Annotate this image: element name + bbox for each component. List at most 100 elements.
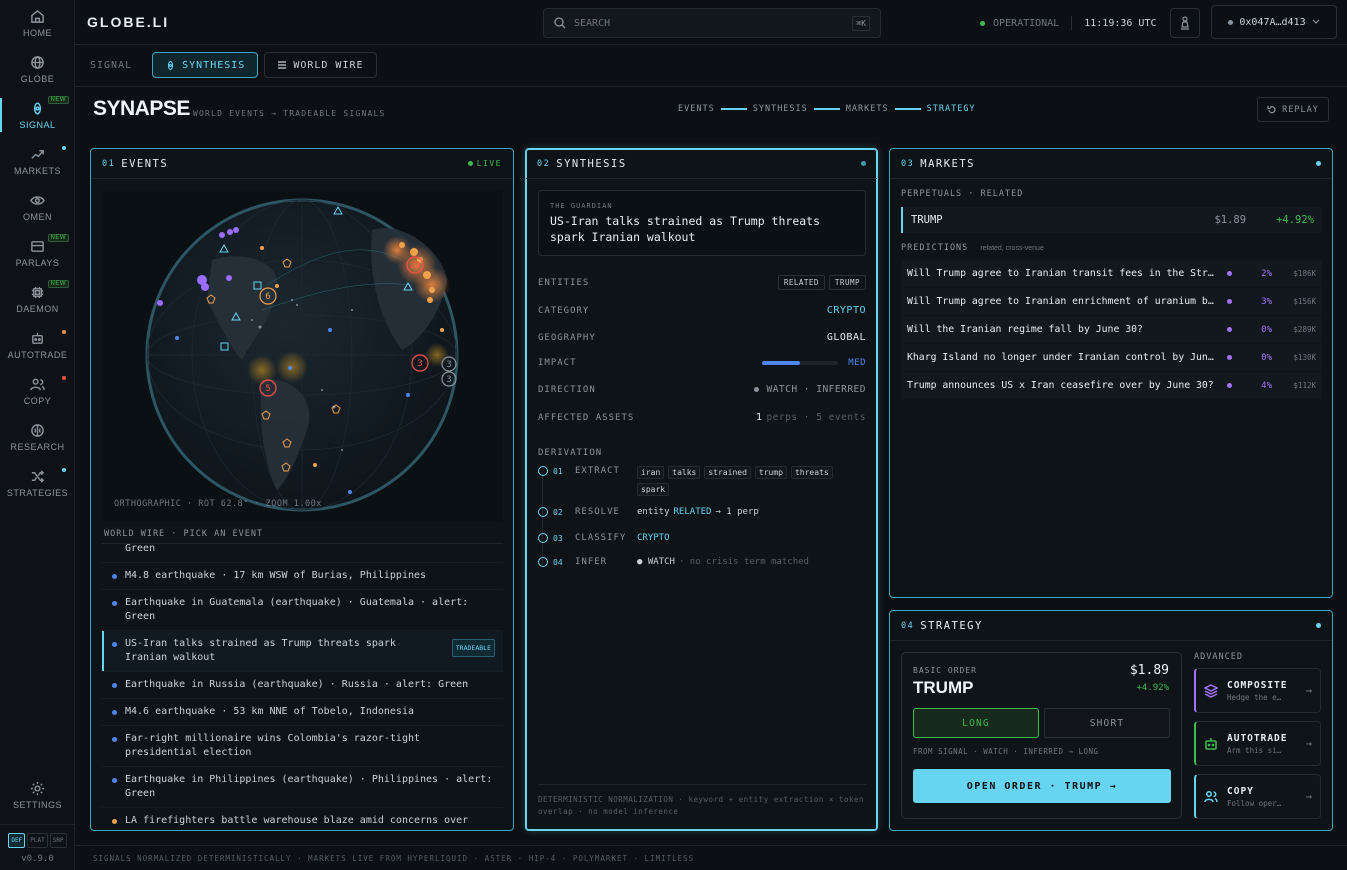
entity-chip[interactable]: RELATED [777, 275, 825, 290]
sidebar-item-strategies[interactable]: STRATEGIES [0, 460, 75, 506]
sidebar-item-label: RESEARCH [10, 441, 65, 452]
adv-text: COMPOSITE Hedge the e… [1227, 680, 1287, 702]
tradeable-badge: TRADEABLE [451, 639, 495, 657]
layers-stack-icon [1204, 683, 1218, 698]
step-text: ● WATCH [637, 557, 675, 567]
mode-def[interactable]: DEF [8, 833, 26, 848]
arrow-right-icon: → [1305, 684, 1312, 697]
mode-srp[interactable]: SRP [49, 833, 67, 848]
long-button[interactable]: LONG [913, 708, 1039, 738]
prediction-dot [1227, 327, 1232, 332]
kv-label: CATEGORY [538, 305, 590, 316]
list-item[interactable]: Earthquake in Philippines (earthquake) ·… [102, 767, 503, 808]
event-cluster[interactable] [276, 351, 308, 383]
prediction-row[interactable]: Kharg Island no longer under Iranian con… [901, 344, 1322, 371]
sidebar-item-signal[interactable]: NEW SIGNAL [0, 92, 75, 138]
markets-panel: 03 MARKETS PERPETUALS · RELATED TRUMP $1… [889, 148, 1333, 598]
search-bar[interactable]: ⌘K [543, 8, 881, 38]
adv-subtitle: Hedge the e… [1227, 692, 1282, 702]
sidebar-item-label: SIGNAL [19, 119, 56, 130]
headline-text: US-Iran talks strained as Trump threats … [550, 214, 821, 244]
mode-plat[interactable]: PLAT [27, 833, 48, 848]
kv-value: 1 perps · 5 events [756, 412, 866, 423]
cluster-count: 29 [410, 261, 421, 271]
prediction-row[interactable]: Trump announces US x Iran ceasefire over… [901, 372, 1322, 399]
replay-button[interactable]: REPLAY [1257, 97, 1329, 122]
sidebar-item-label: DAEMON [16, 303, 59, 314]
sidebar-item-label: MARKETS [13, 165, 61, 176]
status-dot [1316, 623, 1321, 628]
token: spark [637, 483, 670, 496]
perp-row[interactable]: TRUMP $1.89 +4.92% [901, 207, 1322, 233]
step-label: EXTRACT [575, 466, 620, 476]
impact-row: IMPACT MED [538, 358, 866, 368]
list-item[interactable]: Earthquake in Russia (earthquake) · Russ… [102, 672, 503, 699]
event-text: Earthquake in Russia (earthquake) · Russ… [125, 679, 469, 690]
globe-map[interactable]: 29 6 3 5 3 3 [102, 190, 503, 521]
cluster-count: 6 [265, 292, 270, 302]
sidebar-item-globe[interactable]: GLOBE [0, 46, 75, 92]
list-item-selected[interactable]: US-Iran talks strained as Trump threats … [102, 631, 503, 672]
wallet-button[interactable]: 0x047A…d413 [1211, 5, 1337, 39]
list-item[interactable]: M4.8 earthquake · 17 km WSW of Burias, P… [102, 563, 503, 590]
kv-label: AFFECTED ASSETS [538, 412, 635, 423]
sidebar-item-copy[interactable]: COPY [0, 368, 75, 414]
event-cluster[interactable] [414, 267, 450, 303]
token: talks [668, 466, 701, 479]
new-badge: NEW [47, 280, 69, 288]
composite-button[interactable]: COMPOSITE Hedge the e… → [1194, 668, 1321, 713]
perp-symbol: TRUMP [911, 214, 943, 226]
sidebar-item-omen[interactable]: OMEN [0, 184, 75, 230]
bullet [112, 819, 117, 824]
sidebar-item-home[interactable]: HOME [0, 0, 75, 46]
list-item[interactable]: M4.6 earthquake · 53 km NNE of Tobelo, I… [102, 699, 503, 726]
notification-dot [62, 146, 66, 150]
predictions-subtitle: related, cross-venue [980, 245, 1044, 252]
sidebar-item-research[interactable]: RESEARCH [0, 414, 75, 460]
tab-synthesis[interactable]: SYNTHESIS [152, 52, 259, 78]
list-item[interactable]: LA firefighters battle warehouse blaze a… [102, 808, 503, 825]
search-input[interactable] [574, 17, 853, 29]
sidebar-item-settings[interactable]: SETTINGS [0, 772, 75, 818]
sidebar-bottom: SETTINGS DEF PLAT SRP v0.9.0 [0, 772, 75, 870]
event-cluster[interactable] [247, 355, 277, 385]
step-number: 01 [553, 467, 563, 476]
new-badge: NEW [47, 96, 69, 104]
prediction-row[interactable]: Will Trump agree to Iranian enrichment o… [901, 288, 1322, 315]
brand-logo[interactable]: GLOBE.LI [87, 14, 169, 30]
layers-icon [31, 240, 44, 252]
cluster-count: 3 [446, 375, 451, 385]
sidebar-item-label: STRATEGIES [6, 487, 69, 498]
panel-header: 03 MARKETS [890, 149, 1332, 179]
tab-world-wire[interactable]: WORLD WIRE [264, 52, 377, 78]
sidebar-item-parlays[interactable]: NEW PARLAYS [0, 230, 75, 276]
order-card: BASIC ORDER TRUMP $1.89 +4.92% LONG SHOR… [901, 652, 1182, 819]
prediction-odds: 0% [1261, 352, 1272, 363]
step-body: CRYPTO [637, 533, 866, 543]
prediction-row[interactable]: Will the Iranian regime fall by June 30?… [901, 316, 1322, 343]
chess-button[interactable] [1170, 8, 1200, 38]
panel-number: 02 [537, 158, 551, 169]
step-highlight: RELATED [673, 507, 712, 517]
autotrade-button[interactable]: AUTOTRADE Arm this si… → [1194, 721, 1321, 766]
sidebar: HOME GLOBE NEW SIGNAL MARKETS OMEN NEW P… [0, 0, 75, 870]
short-button[interactable]: SHORT [1044, 708, 1170, 738]
prediction-row[interactable]: Will Trump agree to Iranian transit fees… [901, 260, 1322, 287]
list-item[interactable]: Far-right millionaire wins Colombia's ra… [102, 726, 503, 767]
panel-title: SYNTHESIS [556, 157, 627, 170]
copy-button[interactable]: COPY Follow oper… → [1194, 774, 1321, 819]
open-order-button[interactable]: OPEN ORDER · TRUMP → [913, 769, 1171, 803]
sidebar-item-markets[interactable]: MARKETS [0, 138, 75, 184]
assets-detail: perps · 5 events [766, 412, 866, 423]
sidebar-item-autotrade[interactable]: AUTOTRADE [0, 322, 75, 368]
list-item[interactable]: Earthquake in Guatemala (earthquake) · G… [102, 590, 503, 631]
derivation-step: 04 INFER ● WATCH · no crisis term matche… [538, 557, 866, 567]
predictions-label: PREDICTIONS related, cross-venue [901, 243, 1044, 253]
world-wire-list[interactable]: Green M4.8 earthquake · 17 km WSW of Bur… [102, 543, 503, 825]
entity-chip[interactable]: TRUMP [828, 275, 866, 290]
globe-view[interactable]: 29 6 3 5 3 3 ORTHOGRAPHIC · ROT 62.8° · … [102, 190, 503, 521]
list-item[interactable]: Green [102, 544, 503, 563]
event-cluster[interactable] [383, 236, 411, 264]
sidebar-item-label: PARLAYS [15, 257, 60, 268]
sidebar-item-daemon[interactable]: NEW DAEMON [0, 276, 75, 322]
